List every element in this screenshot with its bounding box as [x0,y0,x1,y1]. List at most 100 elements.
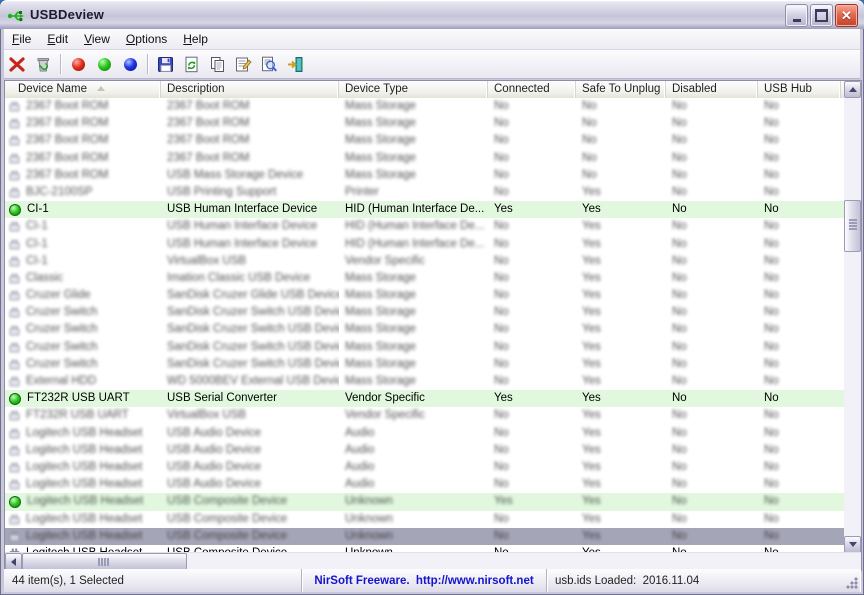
cell-safe-to-unplug: Yes [582,323,601,335]
cell-safe-to-unplug: Yes [582,358,601,370]
cell-description: USB Human Interface Device [167,238,317,250]
table-row[interactable]: External HDD WD 5000BEV External USB Dev… [5,373,844,390]
save-report-button[interactable] [153,52,177,76]
minimize-button[interactable] [785,4,808,27]
red-ball-button[interactable] [66,52,90,76]
table-row[interactable]: Logitech USB Headset USB Audio Device Au… [5,459,844,476]
table-row[interactable]: 2367 Boot ROM 2367 Boot ROM Mass Storage… [5,150,844,167]
table-row[interactable]: Cruzer Switch SanDisk Cruzer Switch USB … [5,304,844,321]
device-status-icon [9,359,20,370]
cell-connected: Yes [494,495,513,507]
table-row[interactable]: FT232R USB UART VirtualBox USB Vendor Sp… [5,407,844,424]
title-bar[interactable]: USBDeview ✕ [0,0,864,29]
table-row[interactable]: 2367 Boot ROM USB Mass Storage Device Ma… [5,167,844,184]
table-row[interactable]: Cruzer Switch SanDisk Cruzer Switch USB … [5,321,844,338]
cell-safe-to-unplug: Yes [582,513,601,525]
cell-description: USB Human Interface Device [167,203,317,215]
status-usbids-loaded: usb.ids Loaded: 2016.11.04 [547,569,860,592]
table-row[interactable]: CI-1 VirtualBox USB Vendor Specific No Y… [5,253,844,270]
vertical-scroll-thumb[interactable] [844,200,861,252]
cell-disabled: No [672,495,687,507]
table-row[interactable]: Cruzer Switch SanDisk Cruzer Switch USB … [5,339,844,356]
table-row[interactable]: CI-1 USB Human Interface Device HID (Hum… [5,218,844,235]
table-row[interactable]: FT232R USB UART USB Serial Converter Ven… [5,390,844,407]
scroll-up-button[interactable] [844,81,861,98]
menu-file[interactable]: File [4,30,39,48]
resize-grip[interactable] [846,577,858,589]
table-row[interactable]: BJC-2100SP USB Printing Support Printer … [5,184,844,201]
cell-connected: No [494,152,509,164]
table-row[interactable]: 2367 Boot ROM 2367 Boot ROM Mass Storage… [5,115,844,132]
cell-device-name: Classic [26,270,63,287]
table-row[interactable]: Logitech USB Headset USB Composite Devic… [5,528,844,545]
cell-device-name: CI-1 [26,236,48,253]
device-status-icon [9,496,21,508]
cell-description: USB Printing Support [167,186,276,198]
menu-help[interactable]: Help [175,30,216,48]
horizontal-scroll-thumb[interactable] [22,553,187,570]
device-status-icon [9,307,20,318]
menu-edit[interactable]: Edit [39,30,76,48]
cell-connected: No [494,134,509,146]
table-row[interactable]: 2367 Boot ROM 2367 Boot ROM Mass Storage… [5,132,844,149]
table-row[interactable]: Logitech USB Headset USB Composite Devic… [5,493,844,510]
column-header-connected[interactable]: Connected [488,81,576,98]
table-row[interactable]: Classic Imation Classic USB Device Mass … [5,270,844,287]
usb-plug-icon [9,239,20,250]
cell-usb-hub: No [764,427,779,439]
table-row[interactable]: 2367 Boot ROM 2367 Boot ROM Mass Storage… [5,98,844,115]
cell-device-type: HID (Human Interface De... [345,203,484,215]
close-button[interactable]: ✕ [835,4,858,27]
column-header-usb-hub[interactable]: USB Hub [758,81,841,98]
cell-disabled: No [672,117,687,129]
cell-usb-hub: No [764,203,779,215]
column-header-description[interactable]: Description [161,81,339,98]
horizontal-scrollbar[interactable] [5,552,861,570]
cell-usb-hub: No [764,530,779,542]
cell-device-type: Vendor Specific [345,255,425,267]
usb-plug-icon [9,462,20,473]
table-row[interactable]: CI-1 USB Human Interface Device HID (Hum… [5,201,844,218]
menu-view[interactable]: View [76,30,118,48]
scroll-down-button[interactable] [844,536,861,553]
table-row[interactable]: Logitech USB Headset USB Audio Device Au… [5,476,844,493]
cell-device-type: Mass Storage [345,134,416,146]
table-row[interactable]: CI-1 USB Human Interface Device HID (Hum… [5,236,844,253]
table-row[interactable]: Logitech USB Headset USB Audio Device Au… [5,442,844,459]
copy-button[interactable] [205,52,229,76]
table-row[interactable]: Cruzer Glide SanDisk Cruzer Glide USB De… [5,287,844,304]
menu-options[interactable]: Options [118,30,175,48]
cell-description: SanDisk Cruzer Switch USB Device [167,341,339,353]
cell-connected: No [494,100,509,112]
vertical-scrollbar[interactable] [844,81,861,553]
column-header-device-type[interactable]: Device Type [339,81,488,98]
column-header-device-name[interactable]: Device Name [5,81,161,98]
uninstall-device-button[interactable] [5,52,29,76]
disconnect-device-button[interactable] [31,52,55,76]
table-row[interactable]: Logitech USB Headset USB Composite Devic… [5,511,844,528]
table-row[interactable]: Logitech USB Headset USB Audio Device Au… [5,425,844,442]
cell-disabled: No [672,220,687,232]
column-header-safe-to-unplug[interactable]: Safe To Unplug [576,81,666,98]
exit-button[interactable] [283,52,307,76]
cell-usb-hub: No [764,495,779,507]
column-header-disabled[interactable]: Disabled [666,81,758,98]
cell-usb-hub: No [764,117,779,129]
maximize-button[interactable] [810,4,833,27]
table-row[interactable]: Cruzer Switch SanDisk Cruzer Switch USB … [5,356,844,373]
cell-usb-hub: No [764,444,779,456]
green-ball-button[interactable] [92,52,116,76]
refresh-button[interactable] [179,52,203,76]
cell-description: USB Composite Device [167,530,287,542]
copy-icon [209,56,226,73]
cell-connected: No [494,117,509,129]
status-item-count: 44 item(s), 1 Selected [4,569,302,592]
blue-ball-button[interactable] [118,52,142,76]
cell-device-name: CI-1 [27,201,49,218]
properties-button[interactable] [231,52,255,76]
cell-device-name: Logitech USB Headset [26,442,142,459]
cell-usb-hub: No [764,238,779,250]
find-button[interactable] [257,52,281,76]
scroll-left-button[interactable] [5,553,22,570]
cell-device-type: Printer [345,186,379,198]
